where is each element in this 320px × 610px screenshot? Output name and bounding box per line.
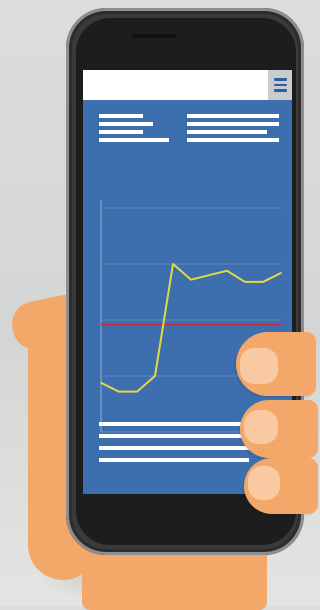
data-point — [208, 274, 210, 276]
fingernail — [244, 410, 278, 444]
hamburger-menu-icon[interactable] — [268, 70, 292, 100]
data-point — [100, 381, 102, 384]
data-point — [154, 375, 156, 377]
data-point — [118, 390, 120, 393]
footer-text-line — [99, 422, 249, 426]
footer-text-line — [99, 446, 249, 450]
data-point — [136, 390, 138, 393]
data-point — [226, 269, 228, 272]
app-bar — [83, 70, 292, 100]
data-point — [190, 278, 192, 281]
data-point — [172, 263, 174, 265]
menu-bar — [273, 83, 287, 87]
menu-bar — [273, 89, 287, 92]
data-point — [280, 272, 282, 274]
footer-text-line — [99, 458, 249, 462]
data-point — [244, 281, 246, 283]
menu-bar — [273, 78, 287, 81]
fingernail — [248, 466, 280, 500]
phone-speaker — [132, 34, 176, 38]
data-point — [262, 281, 264, 283]
illustration — [0, 0, 318, 610]
fingernail — [240, 348, 278, 384]
footer-text-line — [99, 434, 249, 438]
